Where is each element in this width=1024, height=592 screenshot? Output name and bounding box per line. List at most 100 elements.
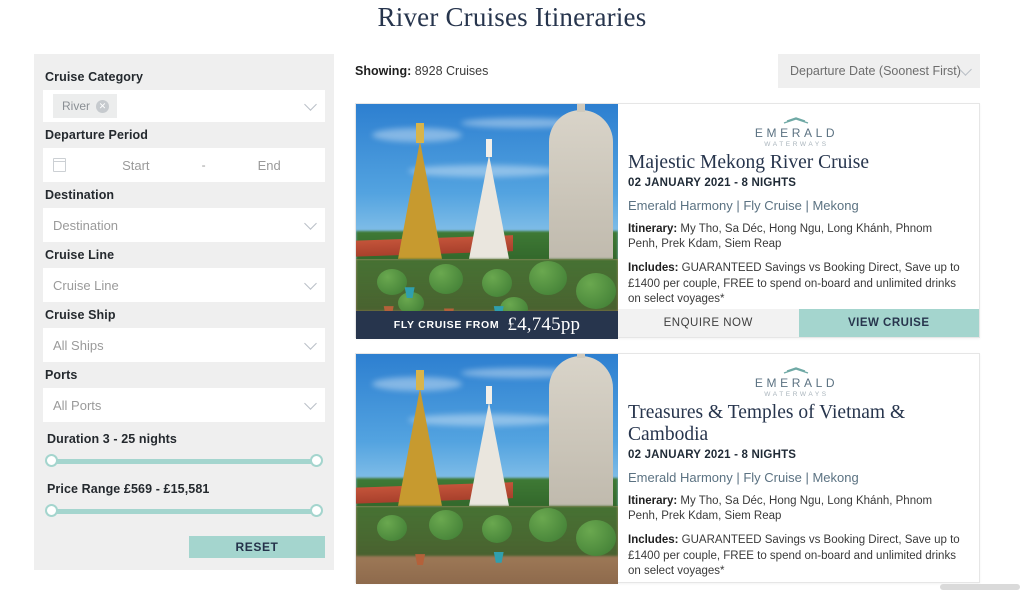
bush [429,263,464,294]
golden-pagoda-spire [397,369,442,506]
cruise-image[interactable] [356,354,618,584]
ports-value: All Ports [53,397,102,413]
cruise-category-select[interactable]: River ✕ [43,90,325,122]
chevron-down-icon[interactable] [304,337,317,350]
price-slider-label: Price Range £569 - £15,581 [47,482,210,496]
chevron-down-icon[interactable] [304,397,317,410]
filters-sidebar: Cruise Category River ✕ Departure Period… [34,54,334,570]
cruise-title[interactable]: Majestic Mekong River Cruise [628,152,965,174]
bush [576,273,617,310]
cruise-image[interactable]: FLY CRUISE FROM £4,745pp [356,104,618,339]
price-label: FLY CRUISE FROM [393,319,500,331]
includes-text: GUARANTEED Savings vs Booking Direct, Sa… [628,262,960,305]
brand-logo: EMERALD WATERWAYS [628,363,965,400]
results-count: Showing: 8928 Cruises [355,64,488,78]
duration-slider-label: Duration 3 - 25 nights [47,432,177,446]
filter-label-departure-period: Departure Period [45,128,149,142]
includes-label: Includes: [628,262,679,275]
page-title: River Cruises Itineraries [377,2,647,32]
horizontal-scrollbar[interactable] [940,584,1020,590]
waves-icon [783,367,808,374]
includes-label: Includes: [628,534,679,547]
brand-name: EMERALD [754,376,839,390]
price-bar: FLY CRUISE FROM £4,745pp [356,311,618,339]
view-cruise-button[interactable]: VIEW CRUISE [798,309,979,337]
cruise-search-page: River Cruises Itineraries Cruise Categor… [0,0,1024,592]
calendar-icon [53,158,67,172]
price-slider-max-handle[interactable] [310,504,323,517]
sort-select[interactable]: Departure Date (Soonest First) [778,54,980,88]
white-stupa-spire [468,139,509,260]
chevron-down-icon[interactable] [304,98,317,111]
start-date-input[interactable]: Start [122,158,149,173]
cruise-includes: Includes: GUARANTEED Savings vs Booking … [628,533,965,579]
brand-subtitle: WATERWAYS [764,141,829,148]
filter-label-cruise-category: Cruise Category [45,70,144,84]
sort-value: Departure Date (Soonest First) [790,64,961,78]
bush [576,519,617,556]
enquire-now-button[interactable]: ENQUIRE NOW [618,309,799,337]
chevron-down-icon[interactable] [304,217,317,230]
showing-count: 8928 Cruises [411,64,489,78]
filter-label-cruise-line: Cruise Line [45,248,115,262]
brand-name: EMERALD [754,126,839,140]
bush [528,508,567,543]
brand-logo: EMERALD WATERWAYS [628,113,965,150]
chevron-down-icon[interactable] [959,63,972,76]
cruise-date: 02 JANUARY 2021 - 8 NIGHTS [628,448,797,461]
temple-photo [356,104,618,339]
results-column: Showing: 8928 Cruises Departure Date (So… [355,54,980,584]
cruise-meta: Emerald Harmony | Fly Cruise | Mekong [628,197,859,213]
destination-select[interactable]: Destination [43,208,325,242]
duration-filter: Duration 3 - 25 nights [43,422,325,472]
cruise-details: EMERALD WATERWAYS Treasures & Temples of… [618,354,979,582]
ports-select[interactable]: All Ports [43,388,325,422]
departure-period-field[interactable]: Start - End [43,148,325,182]
stone-stupa [548,104,613,278]
price-value: £4,745pp [507,314,581,335]
bush [481,268,512,297]
card-actions: ENQUIRE NOW VIEW CRUISE [618,309,979,337]
duration-slider-track[interactable] [51,459,317,464]
reset-button[interactable]: RESET [189,536,325,558]
waves-icon [783,117,808,124]
temple-photo [356,354,618,584]
brand-subtitle: WATERWAYS [764,391,829,398]
white-stupa-spire [468,385,509,506]
cruise-meta: Emerald Harmony | Fly Cruise | Mekong [628,469,859,485]
duration-slider-min-handle[interactable] [45,454,58,467]
cruise-ship-select[interactable]: All Ships [43,328,325,362]
bush [376,268,407,295]
cruise-details: EMERALD WATERWAYS Majestic Mekong River … [618,104,979,337]
end-date-input[interactable]: End [258,158,281,173]
filter-chip-label: River [62,99,91,113]
cruise-ship-value: All Ships [53,337,104,353]
itinerary-label: Itinerary: [628,494,678,507]
filter-chip-river[interactable]: River ✕ [53,94,118,118]
cruise-includes: Includes: GUARANTEED Savings vs Booking … [628,261,965,307]
includes-text: GUARANTEED Savings vs Booking Direct, Sa… [628,534,960,577]
cruise-line-select[interactable]: Cruise Line [43,268,325,302]
showing-label: Showing: [355,64,412,78]
cruise-card[interactable]: FLY CRUISE FROM £4,745pp EMERALD WATERWA… [355,103,980,339]
destination-value: Destination [53,217,119,233]
duration-slider[interactable] [45,452,323,470]
price-slider-track[interactable] [51,509,317,514]
filter-label-ports: Ports [45,368,78,382]
filter-label-cruise-ship: Cruise Ship [45,308,116,322]
cruise-card[interactable]: EMERALD WATERWAYS Treasures & Temples of… [355,353,980,584]
close-icon[interactable]: ✕ [96,99,110,113]
bush [376,515,407,541]
price-slider[interactable] [45,502,323,520]
stone-stupa [548,354,613,525]
cruise-line-value: Cruise Line [53,277,119,293]
date-separator: - [201,158,206,172]
cruise-title[interactable]: Treasures & Temples of Vietnam & Cambodi… [628,402,965,446]
chevron-down-icon[interactable] [304,277,317,290]
price-filter: Price Range £569 - £15,581 [43,472,325,522]
reset-row: RESET [43,536,325,558]
cruise-itinerary: Itinerary: My Tho, Sa Déc, Hong Ngu, Lon… [628,222,965,253]
bush [481,515,512,543]
duration-slider-max-handle[interactable] [310,454,323,467]
price-slider-min-handle[interactable] [45,504,58,517]
